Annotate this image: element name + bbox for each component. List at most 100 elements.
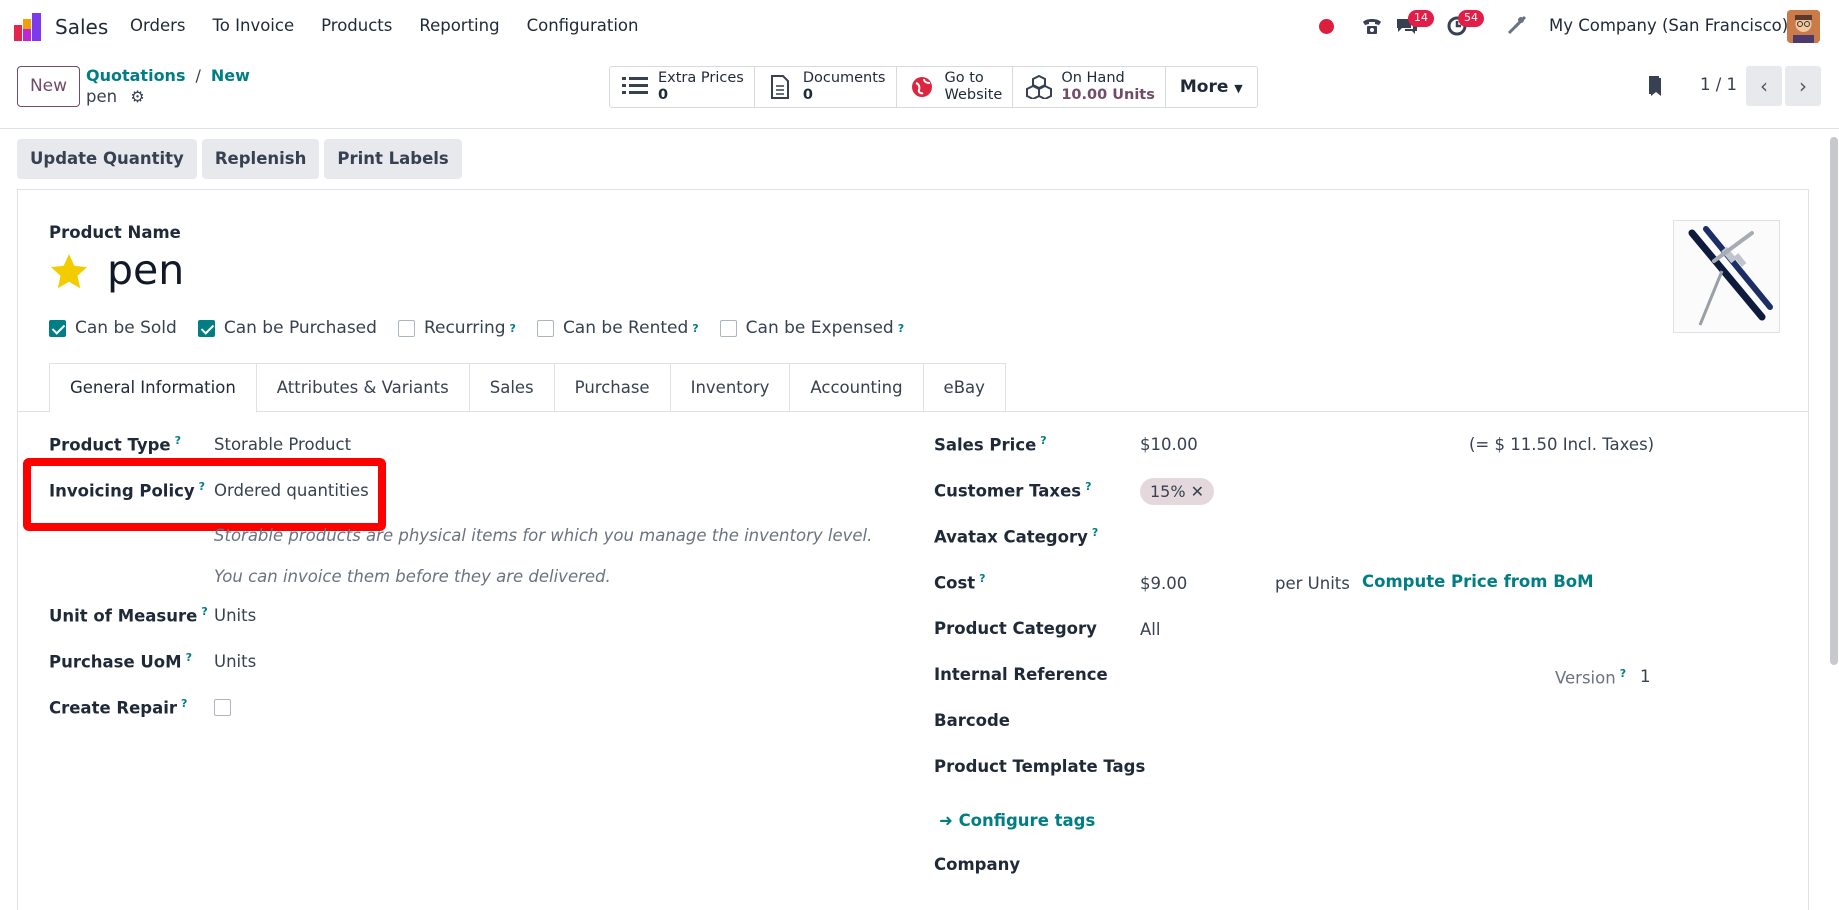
can-be-rented-checkbox[interactable]: Can be Rented?	[536, 318, 699, 338]
checkbox-unchecked[interactable]	[397, 319, 415, 337]
product-image[interactable]	[1673, 220, 1780, 333]
help-tooltip-icon[interactable]: ?	[1085, 480, 1091, 493]
go-to-website-line1: Go to	[944, 70, 984, 86]
pager-next-button[interactable]: ›	[1785, 66, 1821, 106]
menu-configuration[interactable]: Configuration	[527, 16, 639, 35]
help-tooltip-icon[interactable]: ?	[201, 605, 207, 618]
help-tooltip-icon[interactable]: ?	[510, 322, 516, 335]
control-panel: New Quotations / New pen ⚙ Extra Prices 0 …	[0, 53, 1839, 129]
help-tooltip-icon[interactable]: ?	[979, 572, 985, 585]
menu-orders[interactable]: Orders	[130, 16, 186, 35]
tab-inventory[interactable]: Inventory	[670, 363, 791, 412]
can-be-purchased-checkbox[interactable]: Can be Purchased	[197, 318, 377, 338]
menu-reporting[interactable]: Reporting	[419, 16, 499, 35]
version-label: Version?	[1555, 667, 1627, 688]
update-quantity-button[interactable]: Update Quantity	[17, 139, 197, 179]
menu-to-invoice[interactable]: To Invoice	[213, 16, 295, 35]
can-be-sold-checkbox[interactable]: Can be Sold	[49, 318, 177, 338]
more-dropdown[interactable]: More ▼	[1166, 67, 1257, 107]
print-labels-button[interactable]: Print Labels	[324, 139, 462, 179]
menu-products[interactable]: Products	[321, 16, 392, 35]
tab-purchase[interactable]: Purchase	[554, 363, 671, 412]
breadcrumb-separator: /	[195, 66, 201, 85]
product-name-field[interactable]: pen	[107, 246, 184, 294]
go-to-website-line2: Website	[944, 87, 1003, 103]
on-hand-button[interactable]: On Hand 10.00 Units	[1013, 67, 1166, 107]
new-record-button[interactable]: New	[17, 66, 80, 107]
breadcrumb-quotations-link[interactable]: Quotations	[86, 66, 185, 85]
purchase-uom-field[interactable]: Units	[214, 652, 256, 671]
checkbox-checked[interactable]	[197, 319, 215, 337]
more-label: More ▼	[1179, 77, 1243, 97]
product-category-label: Product Category	[934, 619, 1097, 638]
create-repair-checkbox[interactable]	[214, 699, 231, 716]
tab-accounting[interactable]: Accounting	[790, 363, 924, 412]
invoicing-help-text: You can invoice them before they are del…	[214, 567, 611, 586]
pager-previous-button[interactable]: ‹	[1746, 66, 1782, 106]
version-field[interactable]: 1	[1640, 667, 1651, 686]
checkbox-unchecked[interactable]	[536, 319, 554, 337]
tab-ebay[interactable]: eBay	[923, 363, 1006, 412]
page-scrollbar[interactable]	[1830, 137, 1838, 665]
remove-tag-icon[interactable]: ✕	[1191, 482, 1204, 501]
go-to-website-button[interactable]: Go to Website	[897, 67, 1014, 107]
help-tooltip-icon[interactable]: ?	[181, 697, 187, 710]
sales-app-icon[interactable]	[14, 13, 44, 41]
compute-price-from-bom-button[interactable]: Compute Price from BoM	[1362, 572, 1594, 591]
product-type-field[interactable]: Storable Product	[214, 435, 351, 454]
company-switcher[interactable]: My Company (San Francisco)	[1549, 16, 1788, 35]
can-be-expensed-checkbox[interactable]: Can be Expensed?	[719, 318, 904, 338]
help-tooltip-icon[interactable]: ?	[1040, 434, 1046, 447]
sales-price-field[interactable]: $10.00	[1140, 435, 1198, 454]
pager-value[interactable]: 1 / 1	[1700, 75, 1737, 94]
unit-of-measure-field[interactable]: Units	[214, 606, 256, 625]
globe-icon	[909, 75, 935, 99]
help-tooltip-icon[interactable]: ?	[175, 434, 181, 447]
bookmark-icon[interactable]	[1648, 75, 1664, 97]
favorite-star-icon[interactable]	[49, 252, 89, 292]
invoicing-policy-field[interactable]: Ordered quantities	[214, 481, 369, 500]
purchase-uom-label: Purchase UoM?	[49, 651, 192, 672]
tab-general-information[interactable]: General Information	[49, 363, 257, 413]
cost-field[interactable]: $9.00	[1140, 574, 1187, 593]
tax-tag[interactable]: 15% ✕	[1140, 478, 1215, 505]
product-template-tags-label: Product Template Tags	[934, 757, 1146, 776]
tools-icon[interactable]	[1504, 14, 1530, 40]
caret-down-icon: ▼	[1234, 82, 1243, 95]
messages-icon[interactable]: 14	[1394, 10, 1434, 40]
app-name[interactable]: Sales	[55, 15, 108, 39]
product-type-help-text: Storable products are physical items for…	[214, 526, 873, 545]
configure-tags-link[interactable]: ➜ Configure tags	[939, 811, 1095, 830]
help-tooltip-icon[interactable]: ?	[1620, 667, 1626, 680]
avatax-category-label: Avatax Category?	[934, 526, 1099, 547]
documents-count: 0	[802, 87, 813, 103]
top-navbar: Sales Orders To Invoice Products Reporti…	[0, 0, 1839, 53]
extra-prices-label: Extra Prices	[658, 70, 744, 86]
breadcrumb-new-link[interactable]: New	[211, 66, 250, 85]
checkbox-unchecked[interactable]	[719, 319, 737, 337]
help-tooltip-icon[interactable]: ?	[898, 322, 904, 335]
user-avatar[interactable]	[1787, 10, 1820, 43]
recurring-checkbox[interactable]: Recurring?	[397, 318, 516, 338]
recording-indicator-icon[interactable]	[1319, 19, 1334, 34]
help-tooltip-icon[interactable]: ?	[1092, 526, 1098, 539]
help-tooltip-icon[interactable]: ?	[186, 651, 192, 664]
recurring-label: Recurring	[423, 318, 506, 338]
documents-button[interactable]: Documents 0	[755, 67, 897, 107]
extra-prices-button[interactable]: Extra Prices 0	[610, 67, 755, 107]
product-type-label: Product Type?	[49, 434, 181, 455]
product-name-label: Product Name	[49, 223, 181, 242]
phone-icon[interactable]	[1359, 14, 1385, 40]
help-tooltip-icon[interactable]: ?	[692, 322, 698, 335]
arrow-right-icon: ➜	[939, 811, 953, 830]
replenish-button[interactable]: Replenish	[201, 139, 320, 179]
checkbox-checked[interactable]	[49, 319, 66, 337]
create-repair-label: Create Repair?	[49, 697, 188, 718]
tab-attributes-variants[interactable]: Attributes & Variants	[256, 363, 470, 412]
tab-sales[interactable]: Sales	[469, 363, 555, 412]
product-category-field[interactable]: All	[1140, 620, 1160, 639]
systray: 14 54 My Company (San Francisco)	[1279, 0, 1839, 53]
help-tooltip-icon[interactable]: ?	[199, 480, 205, 493]
activities-clock-icon[interactable]: 54	[1444, 10, 1484, 40]
gear-icon[interactable]: ⚙	[130, 87, 144, 106]
